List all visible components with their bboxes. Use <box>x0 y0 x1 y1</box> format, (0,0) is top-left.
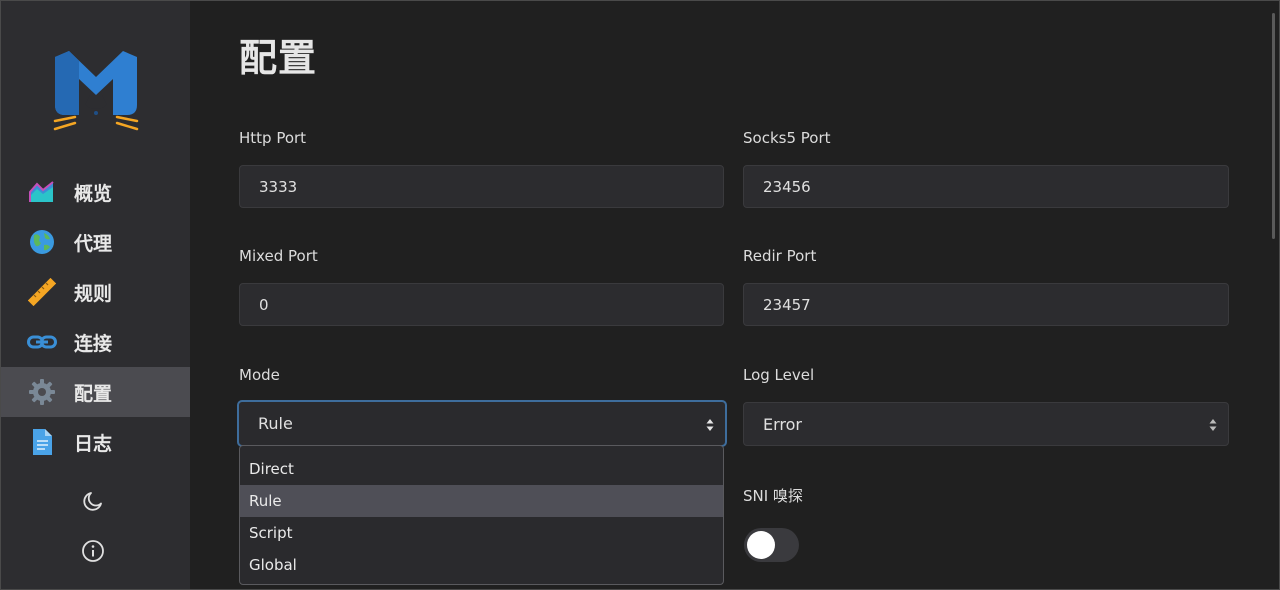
page-scrollbar[interactable] <box>1272 13 1275 239</box>
http-port-label: Http Port <box>239 129 307 147</box>
mode-option-script[interactable]: Script <box>240 517 723 549</box>
sidebar-item-label: 连接 <box>74 332 113 355</box>
mode-label: Mode <box>239 366 280 384</box>
sidebar-item-connections[interactable]: 连接 <box>1 317 190 367</box>
app-window: 概览 代理 规则 连接 配置 日志 配置 Http Port 3333 Sock… <box>0 0 1280 590</box>
sidebar-item-proxy[interactable]: 代理 <box>1 217 190 267</box>
socks5-port-input[interactable] <box>743 165 1229 208</box>
mixed-port-input[interactable] <box>239 283 724 326</box>
mode-select[interactable]: Rule <box>237 400 727 447</box>
sidebar-item-label: 代理 <box>74 232 113 255</box>
document-icon <box>27 427 57 457</box>
gear-icon <box>27 377 57 407</box>
sidebar-item-rules[interactable]: 规则 <box>1 267 190 317</box>
mode-select-value: Rule <box>258 414 293 433</box>
about-button[interactable] <box>80 540 106 566</box>
sni-toggle[interactable] <box>744 528 799 562</box>
mixed-port-label: Mixed Port <box>239 247 318 265</box>
page-title: 配置 <box>239 36 318 80</box>
sidebar-item-label: 规则 <box>74 282 113 305</box>
main-content: 配置 Http Port Socks5 Port Mixed Port Redi… <box>190 1 1279 589</box>
ruler-icon <box>27 277 57 307</box>
link-icon <box>27 327 57 357</box>
sidebar-item-label: 概览 <box>74 182 113 205</box>
chart-area-icon <box>27 177 57 207</box>
sidebar: 概览 代理 规则 连接 配置 日志 <box>1 1 190 589</box>
mode-dropdown-list: Direct Rule Script Global <box>239 445 724 585</box>
sidebar-item-config[interactable]: 配置 <box>1 367 190 417</box>
select-arrows-icon <box>1209 417 1217 431</box>
log-level-label: Log Level <box>743 366 815 384</box>
log-level-select-value: Error <box>763 414 802 434</box>
sidebar-item-label: 配置 <box>74 382 113 405</box>
moon-icon <box>81 489 105 517</box>
sidebar-item-overview[interactable]: 概览 <box>1 167 190 217</box>
log-level-select[interactable]: Error <box>743 402 1229 446</box>
select-arrows-icon <box>706 417 714 431</box>
sidebar-item-label: 日志 <box>74 432 113 455</box>
mew-cat-logo[interactable] <box>51 47 141 137</box>
sni-label: SNI 嗅探 <box>743 487 803 505</box>
sidebar-item-logs[interactable]: 日志 <box>1 417 190 467</box>
redir-port-label: Redir Port <box>743 247 817 265</box>
theme-toggle-button[interactable] <box>80 490 106 516</box>
globe-icon <box>27 227 57 257</box>
mode-option-rule[interactable]: Rule <box>240 485 723 517</box>
redir-port-input[interactable] <box>743 283 1229 326</box>
mode-option-direct[interactable]: Direct <box>240 453 723 485</box>
socks5-port-label: Socks5 Port <box>743 129 831 147</box>
http-port-input[interactable] <box>239 165 724 208</box>
mode-option-global[interactable]: Global <box>240 549 723 581</box>
info-icon <box>81 539 105 567</box>
toggle-knob <box>747 531 775 559</box>
